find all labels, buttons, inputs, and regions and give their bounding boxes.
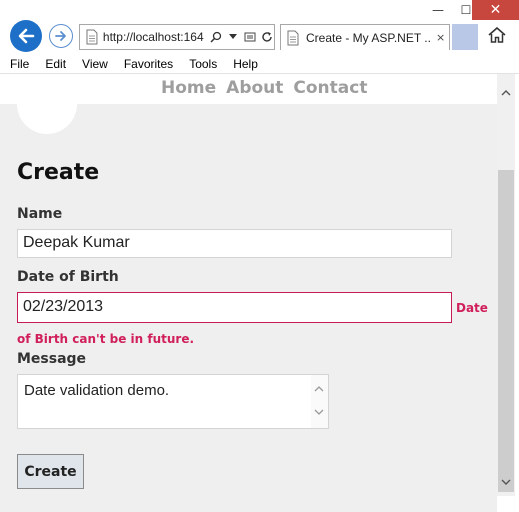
name-label: Name xyxy=(17,206,63,222)
arrow-right-icon xyxy=(55,31,66,41)
menu-view[interactable]: View xyxy=(74,57,116,71)
scroll-up-icon[interactable] xyxy=(501,89,511,97)
minimize-button[interactable]: — xyxy=(424,0,452,20)
nav-links: Home About Contact xyxy=(161,78,367,98)
date-of-birth-label: Date of Birth xyxy=(17,269,119,285)
scroll-down-icon[interactable] xyxy=(501,478,511,486)
message-label: Message xyxy=(17,351,87,367)
page-scrollbar[interactable] xyxy=(497,74,515,496)
back-button[interactable] xyxy=(10,20,42,52)
tab-close-icon[interactable]: × xyxy=(436,31,445,44)
close-window-button[interactable]: ✕ xyxy=(472,0,519,20)
name-input[interactable]: Deepak Kumar xyxy=(17,229,452,258)
arrow-left-icon xyxy=(18,28,35,44)
message-textarea[interactable]: Date validation demo. xyxy=(17,374,329,429)
menu-help[interactable]: Help xyxy=(225,57,266,71)
site-navbar: Home About Contact xyxy=(0,74,497,104)
date-of-birth-input[interactable]: 02/23/2013 xyxy=(17,292,452,323)
page-viewport: Home About Contact Create Name Deepak Ku… xyxy=(0,74,497,512)
date-of-birth-error-continued: of Birth can't be in future. xyxy=(17,332,195,346)
compatibility-view-icon[interactable] xyxy=(243,30,257,44)
tab-create[interactable]: Create - My ASP.NET ... × xyxy=(280,24,450,50)
forward-button[interactable] xyxy=(49,24,73,48)
nav-link-contact[interactable]: Contact xyxy=(293,78,367,98)
menu-bar: File Edit View Favorites Tools Help xyxy=(0,54,519,74)
scroll-up-icon[interactable] xyxy=(314,384,324,394)
dropdown-icon[interactable] xyxy=(226,30,240,44)
menu-tools[interactable]: Tools xyxy=(181,57,225,71)
browser-window: — ☐ ✕ http://localhost:164 Create - My A… xyxy=(0,0,519,512)
nav-link-about[interactable]: About xyxy=(226,78,283,98)
window-border xyxy=(515,74,519,512)
date-of-birth-error: Date xyxy=(456,301,488,315)
create-button[interactable]: Create xyxy=(17,454,84,489)
menu-edit[interactable]: Edit xyxy=(37,57,74,71)
address-text[interactable]: http://localhost:164 xyxy=(103,30,206,44)
menu-file[interactable]: File xyxy=(0,57,37,71)
page-title: Create xyxy=(17,160,100,185)
home-icon[interactable] xyxy=(486,24,508,46)
search-icon[interactable] xyxy=(209,30,223,44)
address-bar[interactable]: http://localhost:164 xyxy=(79,24,275,50)
scroll-down-icon[interactable] xyxy=(314,407,324,417)
page-icon xyxy=(86,29,98,45)
refresh-icon[interactable] xyxy=(260,30,274,44)
message-text[interactable]: Date validation demo. xyxy=(24,382,169,399)
textarea-scrollbar[interactable] xyxy=(311,375,328,428)
title-bar: — ☐ ✕ http://localhost:164 Create - My A… xyxy=(0,0,519,56)
nav-link-home[interactable]: Home xyxy=(161,78,216,98)
menu-favorites[interactable]: Favorites xyxy=(116,57,181,71)
new-tab-button[interactable] xyxy=(452,24,478,50)
scrollbar-thumb[interactable] xyxy=(498,170,514,492)
page-icon xyxy=(287,30,299,45)
tab-title: Create - My ASP.NET ... xyxy=(306,30,430,45)
